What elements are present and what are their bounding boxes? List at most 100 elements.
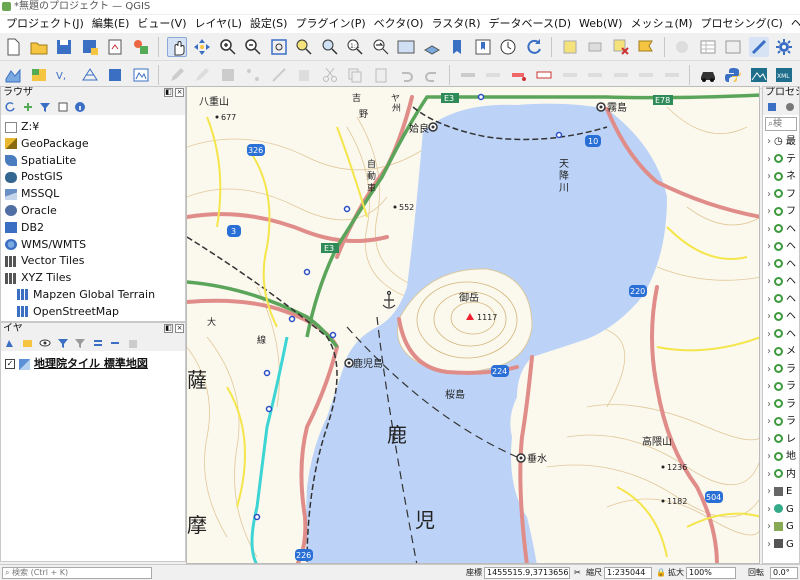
label-pin-icon[interactable] [509, 65, 529, 85]
pan-to-selection-icon[interactable] [192, 37, 212, 57]
zoom-in-icon[interactable] [218, 37, 238, 57]
browser-item-mssql[interactable]: MSSQL [1, 186, 185, 203]
browser-item-xyz-tiles[interactable]: XYZ Tiles [1, 270, 185, 287]
statistics-icon[interactable] [723, 37, 743, 57]
panel-float-icon[interactable]: ◧ [164, 324, 173, 333]
processing-group[interactable]: › G [763, 536, 799, 554]
processing-group[interactable]: › フ [763, 186, 799, 204]
menu-settings[interactable]: 設定(S) [246, 15, 292, 33]
delete-selected-icon[interactable] [294, 65, 314, 85]
copy-icon[interactable] [345, 65, 365, 85]
processing-group[interactable]: › ヘ [763, 308, 799, 326]
save-edits-icon[interactable] [218, 65, 238, 85]
label-move-icon[interactable] [560, 65, 580, 85]
processing-group[interactable]: › フ [763, 203, 799, 221]
open-project-icon[interactable] [29, 37, 49, 57]
menu-raster[interactable]: ラスタ(R) [427, 15, 484, 33]
settings-icon[interactable] [784, 101, 796, 113]
add-mesh-icon[interactable] [80, 65, 100, 85]
processing-recent[interactable]: › ◷ 最 [763, 133, 799, 151]
save-project-icon[interactable] [54, 37, 74, 57]
show-bookmarks-icon[interactable] [473, 37, 493, 57]
zoom-native-icon[interactable]: 1:1 [345, 37, 365, 57]
menu-help[interactable]: ヘルプ(H) [787, 15, 800, 33]
label-icon[interactable] [458, 65, 478, 85]
browser-item-spatialite[interactable]: SpatiaLite [1, 153, 185, 170]
browser-item-oracle[interactable]: Oracle [1, 203, 185, 220]
select-value-icon[interactable] [585, 37, 605, 57]
xml-icon[interactable]: XML [774, 65, 794, 85]
undo-icon[interactable] [396, 65, 416, 85]
panel-float-icon[interactable]: ◧ [164, 88, 173, 97]
edit-pencil-icon[interactable] [167, 65, 187, 85]
browser-item-mapzen[interactable]: Mapzen Global Terrain [1, 287, 185, 304]
properties-info-icon[interactable] [74, 101, 86, 113]
panel-close-icon[interactable]: × [175, 324, 184, 333]
scale-combo[interactable]: 1:235044 [604, 567, 652, 579]
map-canvas[interactable]: E3 E3 E78 10 326 3 220 224 504 226 八重山 霧… [186, 86, 760, 564]
label-rotate-icon[interactable] [585, 65, 605, 85]
refresh-icon[interactable] [524, 37, 544, 57]
zoom-layer-icon[interactable] [320, 37, 340, 57]
bookmark-icon[interactable] [447, 37, 467, 57]
identify-icon[interactable] [636, 37, 656, 57]
browser-item-drive[interactable]: Z:¥ [1, 119, 185, 136]
manage-visibility-icon[interactable] [39, 337, 51, 349]
paste-icon[interactable] [371, 65, 391, 85]
filter-expression-icon[interactable] [74, 337, 86, 349]
menu-project[interactable]: プロジェクト(J) [2, 15, 88, 33]
processing-group[interactable]: › G [763, 518, 799, 536]
processing-gear-icon[interactable] [774, 37, 794, 57]
add-group-icon[interactable] [22, 337, 34, 349]
save-as-icon[interactable] [80, 37, 100, 57]
measure-icon[interactable] [748, 37, 769, 57]
deselect-icon[interactable] [611, 37, 631, 57]
redo-icon[interactable] [422, 65, 442, 85]
processing-group[interactable]: › メ [763, 343, 799, 361]
filter-legend-icon[interactable] [57, 337, 69, 349]
processing-group[interactable]: › 地 [763, 448, 799, 466]
add-wms-icon[interactable] [131, 65, 151, 85]
menu-edit[interactable]: 編集(E) [88, 15, 134, 33]
python-icon[interactable] [723, 65, 743, 85]
label-highlight-icon[interactable] [534, 65, 554, 85]
print-layout-icon[interactable] [105, 37, 125, 57]
collapse-all-icon[interactable] [57, 101, 69, 113]
zoom-last-icon[interactable] [371, 37, 391, 57]
processing-group[interactable]: › ラ [763, 378, 799, 396]
processing-group[interactable]: › G [763, 501, 799, 519]
processing-group[interactable]: › 内 [763, 466, 799, 484]
processing-group[interactable]: › ラ [763, 361, 799, 379]
add-spatialite-icon[interactable] [105, 65, 125, 85]
menu-layer[interactable]: レイヤ(L) [190, 15, 245, 33]
add-vector-icon[interactable] [3, 65, 23, 85]
layer-visibility-checkbox[interactable]: ✓ [5, 359, 15, 369]
map-svg[interactable]: E3 E3 E78 10 326 3 220 224 504 226 八重山 霧… [187, 87, 760, 564]
processing-group[interactable]: › ネ [763, 168, 799, 186]
toggle-edit-icon[interactable] [192, 65, 212, 85]
rotation-spinbox[interactable]: 0.0° [770, 567, 798, 579]
new-project-icon[interactable] [3, 37, 23, 57]
processing-group[interactable]: › ヘ [763, 273, 799, 291]
magnifier-spinbox[interactable]: 100% [686, 567, 736, 579]
python-icon[interactable] [766, 101, 778, 113]
processing-group[interactable]: › ラ [763, 413, 799, 431]
add-selected-icon[interactable] [22, 101, 34, 113]
vehicle-icon[interactable] [698, 65, 718, 85]
filter-icon[interactable] [39, 101, 51, 113]
srtm-downloader-icon[interactable] [749, 65, 769, 85]
processing-group[interactable]: › E [763, 483, 799, 501]
label-pin-all-icon[interactable] [662, 65, 682, 85]
browser-item-wms[interactable]: WMS/WMTS [1, 237, 185, 254]
coordinate-field[interactable]: 1455515.9,3713656 [484, 567, 570, 579]
add-feature-icon[interactable] [243, 65, 263, 85]
locator-search-input[interactable]: ⌕ 検索 (Ctrl + K) [2, 567, 152, 579]
panel-close-icon[interactable]: × [175, 88, 184, 97]
pan-icon[interactable] [166, 37, 187, 57]
processing-group[interactable]: › テ [763, 151, 799, 169]
processing-group[interactable]: › ラ [763, 396, 799, 414]
browser-item-osm[interactable]: OpenStreetMap [1, 304, 185, 321]
temporal-clock-icon[interactable] [498, 37, 518, 57]
label-show-icon[interactable] [636, 65, 656, 85]
browser-item-postgis[interactable]: PostGIS [1, 169, 185, 186]
